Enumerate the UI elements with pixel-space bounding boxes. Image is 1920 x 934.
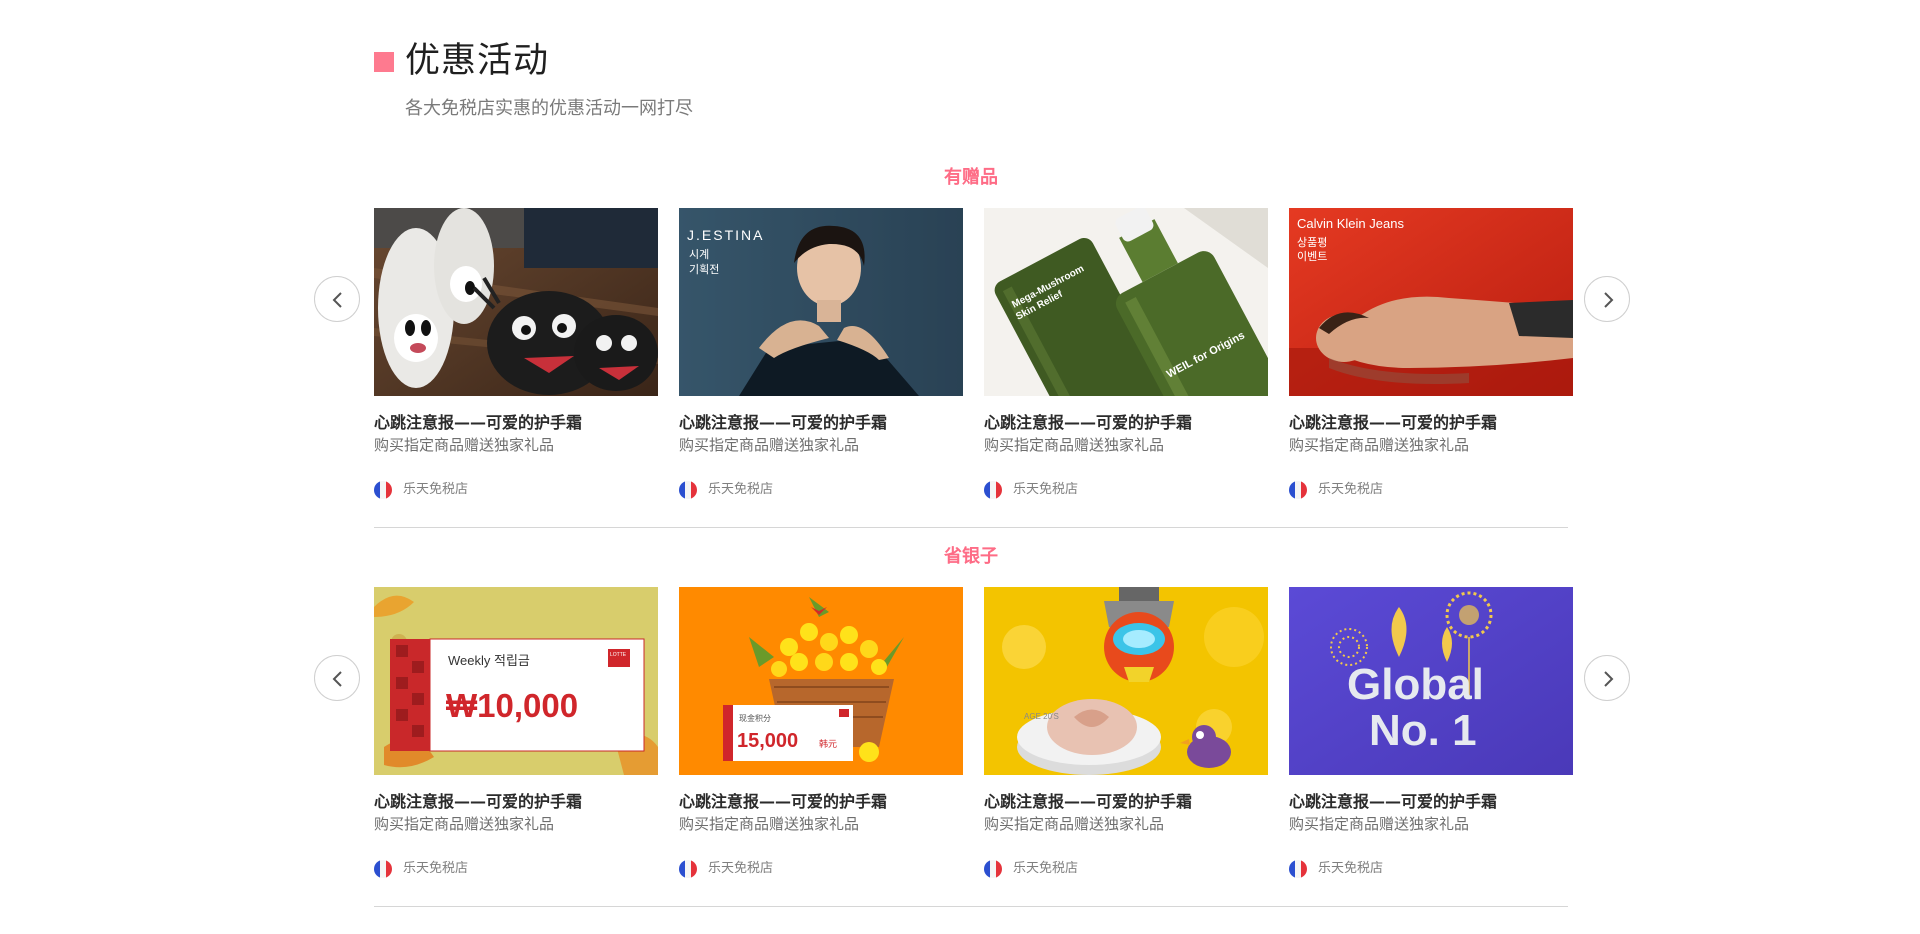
- carousel-next-button[interactable]: [1584, 655, 1630, 701]
- store-name: 乐天免税店: [1318, 861, 1384, 876]
- carousel-prev-button[interactable]: [314, 276, 360, 322]
- global-line2-text: No. 1: [1369, 706, 1477, 755]
- promo-image-weekly-points[interactable]: Weekly 적립금 ₩10,000 LOTTE: [374, 587, 658, 775]
- store-name: 乐天免税店: [708, 861, 774, 876]
- promo-description: 购买指定商品赠送独家礼品: [679, 815, 860, 833]
- promo-title[interactable]: 心跳注意报——可爱的护手霜: [679, 791, 963, 813]
- jestina-line2-text: 기획전: [689, 263, 719, 276]
- store-name: 乐天免税店: [403, 861, 469, 876]
- section-title: 省银子: [944, 546, 998, 567]
- france-flag-icon: [374, 860, 392, 878]
- promo-title[interactable]: 心跳注意报——可爱的护手霜: [984, 412, 1268, 434]
- promo-title[interactable]: 心跳注意报——可爱的护手霜: [374, 791, 658, 813]
- ck-brand-text: Calvin Klein Jeans: [1297, 216, 1404, 231]
- promo-image-flower-basket[interactable]: 现金积分 15,000 韩元: [679, 587, 963, 775]
- carousel-next-button[interactable]: [1584, 276, 1630, 322]
- chevron-left-icon: [332, 292, 342, 308]
- promo-description: 购买指定商品赠送独家礼品: [984, 815, 1165, 833]
- section-divider: [374, 906, 1568, 907]
- promo-description: 购买指定商品赠送独家礼品: [374, 436, 555, 454]
- promo-image-origins[interactable]: Mega-Mushroom Skin Relief WEIL for Origi…: [984, 208, 1268, 396]
- promo-description: 购买指定商品赠送独家礼品: [679, 436, 860, 454]
- weekly-heading-text: Weekly 적립금: [448, 653, 530, 668]
- store-name: 乐天免税店: [403, 482, 469, 497]
- france-flag-icon: [984, 481, 1002, 499]
- store-name: 乐天免税店: [1013, 861, 1079, 876]
- france-flag-icon: [984, 860, 1002, 878]
- promo-image-global-no1[interactable]: Global No. 1: [1289, 587, 1573, 775]
- store-name: 乐天免税店: [1318, 482, 1384, 497]
- ck-line2-text: 이벤트: [1297, 250, 1327, 263]
- ck-line1-text: 상품평: [1297, 236, 1327, 249]
- global-line1-text: Global: [1347, 660, 1484, 709]
- age20s-label-text: AGE 20'S: [1024, 712, 1059, 721]
- chevron-left-icon: [332, 671, 342, 687]
- promo-description: 购买指定商品赠送独家礼品: [1289, 436, 1470, 454]
- promo-title[interactable]: 心跳注意报——可爱的护手霜: [679, 412, 963, 434]
- lotte-logo-text: LOTTE: [610, 652, 627, 658]
- promo-title[interactable]: 心跳注意报——可爱的护手霜: [1289, 412, 1573, 434]
- promo-description: 购买指定商品赠送独家礼品: [374, 815, 555, 833]
- promo-description: 购买指定商品赠送独家礼品: [984, 436, 1165, 454]
- store-name: 乐天免税店: [708, 482, 774, 497]
- page-title: 优惠活动: [405, 41, 550, 81]
- section-divider: [374, 527, 1568, 528]
- france-flag-icon: [679, 860, 697, 878]
- weekly-amount-text: ₩10,000: [446, 687, 578, 724]
- france-flag-icon: [679, 481, 697, 499]
- chevron-right-icon: [1604, 292, 1614, 308]
- section-title: 有赠品: [944, 167, 998, 188]
- france-flag-icon: [1289, 481, 1307, 499]
- france-flag-icon: [374, 481, 392, 499]
- cash-points-amount-text: 15,000: [737, 730, 798, 752]
- chevron-right-icon: [1604, 671, 1614, 687]
- carousel-prev-button[interactable]: [314, 655, 360, 701]
- promo-image-calvin-klein[interactable]: Calvin Klein Jeans 상품평 이벤트: [1289, 208, 1573, 396]
- cash-points-unit-text: 韩元: [819, 738, 837, 749]
- promo-description: 购买指定商品赠送独家礼品: [1289, 815, 1470, 833]
- promotions-page: 优惠活动 各大免税店实惠的优惠活动一网打尽 有赠品 心跳注意报——可爱的护手霜 …: [0, 0, 1920, 934]
- jestina-brand-text: J.ESTINA: [687, 227, 764, 243]
- store-name: 乐天免税店: [1013, 482, 1079, 497]
- page-subtitle: 各大免税店实惠的优惠活动一网打尽: [405, 98, 693, 119]
- jestina-line1-text: 시계: [689, 248, 709, 261]
- promo-title[interactable]: 心跳注意报——可爱的护手霜: [374, 412, 658, 434]
- promo-image-jestina[interactable]: J.ESTINA 시계 기획전: [679, 208, 963, 396]
- promo-title[interactable]: 心跳注意报——可爱的护手霜: [1289, 791, 1573, 813]
- promo-image-cushion-compact[interactable]: AGE 20'S: [984, 587, 1268, 775]
- promo-title[interactable]: 心跳注意报——可爱的护手霜: [984, 791, 1268, 813]
- cash-points-label-text: 现金积分: [739, 713, 771, 723]
- title-accent-square: [374, 52, 394, 72]
- promo-image-slippers[interactable]: [374, 208, 658, 396]
- france-flag-icon: [1289, 860, 1307, 878]
